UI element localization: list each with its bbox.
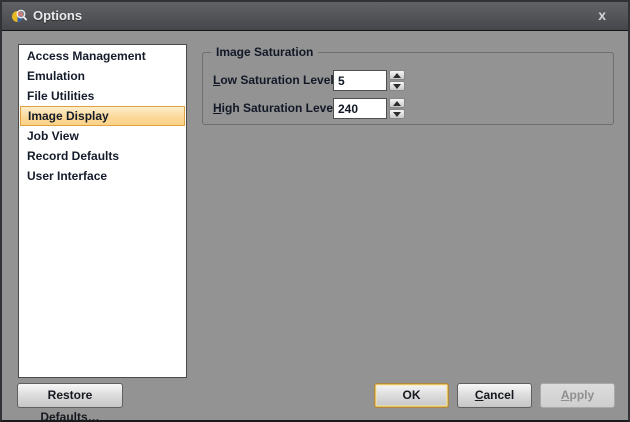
spin-up-button[interactable] [389,98,405,108]
options-sphere-magnifier-icon [11,8,27,24]
sidebar-item-user-interface[interactable]: User Interface [20,166,185,186]
titlebar[interactable]: Options x [2,2,628,31]
arrow-up-icon [393,73,401,78]
sidebar-item-emulation[interactable]: Emulation [20,66,185,86]
group-title: Image Saturation [211,45,318,59]
spin-up-button[interactable] [389,70,405,80]
low-saturation-label: Low Saturation Level: [213,73,338,87]
image-saturation-group: Image Saturation Low Saturation Level: H… [202,52,614,125]
category-listbox: Access Management Emulation File Utiliti… [18,44,187,378]
window-title: Options [33,2,82,30]
ok-button[interactable]: OK [374,383,449,408]
arrow-down-icon [393,84,401,89]
arrow-down-icon [393,112,401,117]
apply-button: Apply [540,383,615,408]
low-saturation-spinner [389,70,405,91]
high-saturation-spinner [389,98,405,119]
sidebar-item-access-management[interactable]: Access Management [20,46,185,66]
high-saturation-input[interactable] [333,98,387,119]
close-icon[interactable]: x [592,2,612,30]
options-dialog: Options x Access Management Emulation Fi… [0,0,630,422]
sidebar-item-image-display[interactable]: Image Display [20,106,185,126]
sidebar-item-file-utilities[interactable]: File Utilities [20,86,185,106]
spin-down-button[interactable] [389,81,405,91]
arrow-up-icon [393,101,401,106]
restore-defaults-button[interactable]: Restore Defaults… [17,383,123,408]
sidebar-item-job-view[interactable]: Job View [20,126,185,146]
cancel-button[interactable]: Cancel [457,383,532,408]
spin-down-button[interactable] [389,109,405,119]
low-saturation-input[interactable] [333,70,387,91]
high-saturation-label: High Saturation Level: [213,101,340,115]
sidebar-item-record-defaults[interactable]: Record Defaults [20,146,185,166]
